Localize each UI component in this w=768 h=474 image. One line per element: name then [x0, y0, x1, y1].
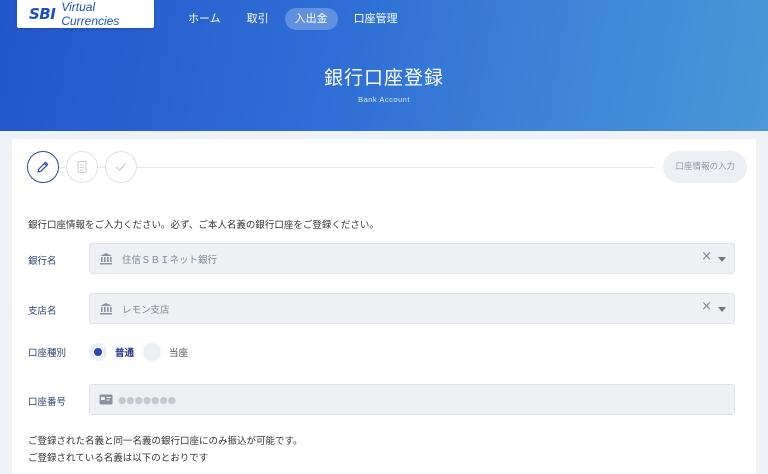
nav-account-management[interactable]: 口座管理 — [344, 8, 408, 30]
radio-ordinary[interactable] — [89, 343, 107, 361]
radio-ordinary-label[interactable]: 普通 — [115, 345, 134, 359]
step-confirm — [66, 151, 98, 183]
bank-label: 銀行名 — [28, 256, 57, 267]
account-number-row: 口座番号 — [28, 384, 735, 415]
main-nav: ホーム 取引 入出金 口座管理 — [178, 8, 414, 30]
nav-trade[interactable]: 取引 — [237, 8, 279, 30]
form-instruction: 銀行口座情報をご入力ください。必ず、ご本人名義の銀行口座をご登録ください。 — [28, 220, 379, 231]
bank-value: 住信ＳＢＩネット銀行 — [122, 255, 218, 266]
branch-row: 支店名 レモン支店 × — [28, 293, 735, 324]
branch-clear-icon[interactable]: × — [701, 299, 712, 314]
bank-row: 銀行名 住信ＳＢＩネット銀行 × — [28, 243, 735, 274]
bank-clear-icon[interactable]: × — [701, 249, 712, 264]
account-type-label: 口座種別 — [28, 348, 67, 359]
logo[interactable]: SBI Virtual Currencies — [17, 0, 154, 28]
account-number-label: 口座番号 — [28, 397, 67, 408]
note-line-1: ご登録された名義と同一名義の銀行口座にのみ振込が可能です。 — [28, 436, 303, 447]
note-line-2: ご登録されている名義は以下のとおりです — [28, 453, 209, 464]
bank-icon — [100, 253, 112, 265]
document-icon — [77, 160, 87, 174]
logo-text: Virtual Currencies — [61, 0, 120, 28]
branch-label: 支店名 — [28, 306, 57, 317]
radio-current-label[interactable]: 当座 — [169, 345, 188, 359]
logo-mark: SBI — [29, 5, 56, 23]
radio-current[interactable] — [143, 343, 161, 361]
step-input — [27, 151, 59, 183]
step-line — [47, 167, 655, 168]
bank-chevron-down-icon[interactable] — [718, 257, 726, 262]
check-icon — [115, 163, 127, 171]
header: SBI Virtual Currencies ホーム 取引 入出金 口座管理 銀… — [0, 0, 768, 131]
account-number-input[interactable] — [118, 391, 418, 409]
bank-icon — [100, 303, 112, 315]
step-badge: 口座情報の入力 — [663, 151, 747, 183]
branch-chevron-down-icon[interactable] — [718, 307, 726, 312]
nav-deposit-withdraw[interactable]: 入出金 — [284, 8, 338, 30]
branch-value: レモン支店 — [122, 305, 170, 316]
bank-select[interactable]: 住信ＳＢＩネット銀行 × — [89, 243, 735, 274]
form-card: 口座情報の入力 銀行口座情報をご入力ください。必ず、ご本人名義の銀行口座をご登録… — [12, 139, 756, 474]
step-indicator: 口座情報の入力 — [27, 151, 747, 183]
card-icon — [99, 394, 113, 405]
branch-select[interactable]: レモン支店 × — [89, 293, 735, 324]
pencil-icon — [37, 161, 49, 173]
page-subtitle: Bank Account — [358, 95, 410, 104]
account-number-field[interactable] — [89, 384, 735, 415]
step-complete — [105, 151, 137, 183]
page-title: 銀行口座登録 — [323, 67, 444, 89]
nav-home[interactable]: ホーム — [178, 8, 231, 30]
account-type-row: 口座種別 普通 当座 — [28, 343, 735, 363]
